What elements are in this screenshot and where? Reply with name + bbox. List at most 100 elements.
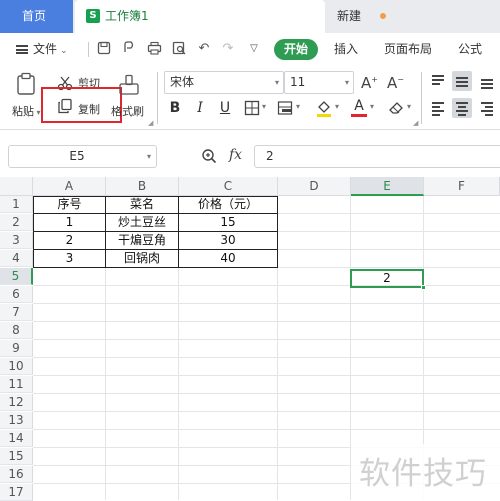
align-right-icon[interactable] [477, 98, 497, 118]
clipboard-group-expander-icon[interactable]: ◢ [148, 119, 153, 127]
column-header-a[interactable]: A [33, 177, 106, 196]
paste-icon[interactable] [14, 72, 40, 96]
align-middle-icon[interactable] [452, 71, 472, 91]
zoom-formula-icon[interactable] [201, 148, 217, 168]
clear-format-dropdown-icon[interactable]: ▾ [407, 102, 411, 111]
workbook-title: 工作簿1 [105, 9, 149, 23]
row-header-8[interactable]: 8 [0, 322, 33, 339]
row-header-10[interactable]: 10 [0, 358, 33, 375]
fill-pattern-icon[interactable] [277, 100, 293, 116]
row-header-2[interactable]: 2 [0, 214, 33, 231]
gridline [33, 393, 500, 394]
tab-page-layout[interactable]: 页面布局 [384, 33, 432, 66]
menu-row: 文件 ⌄ ↶ ↷ ▽ 开始 插入 页面布局 公式 [0, 33, 500, 66]
row-header-16[interactable]: 16 [0, 466, 33, 483]
cell-c3[interactable]: 30 [179, 232, 277, 249]
cell-c1[interactable]: 价格（元） [179, 196, 277, 213]
cell-b2[interactable]: 炒土豆丝 [106, 214, 178, 231]
row-header-5[interactable]: 5 [0, 268, 33, 285]
row-header-1[interactable]: 1 [0, 196, 33, 213]
increase-font-size-icon[interactable]: A+ [361, 74, 378, 92]
format-painter-icon [118, 74, 140, 96]
align-left-icon[interactable] [428, 98, 448, 118]
fill-color-dropdown-icon[interactable]: ▾ [335, 102, 339, 111]
insert-function-button[interactable]: fx [229, 147, 242, 163]
formula-bar: E5 ▾ fx 2 [0, 140, 500, 174]
tab-workbook[interactable]: S 工作簿1 [75, 0, 386, 33]
cell-c4[interactable]: 40 [179, 250, 277, 267]
tab-bar: 首页 S 工作簿1 新建 [0, 0, 500, 33]
row-header-14[interactable]: 14 [0, 430, 33, 447]
export-pdf-icon[interactable] [121, 41, 137, 57]
column-header-e[interactable]: E [351, 177, 424, 196]
fill-pattern-dropdown-icon[interactable]: ▾ [296, 102, 300, 111]
selected-cell-e5[interactable]: 2 [350, 269, 426, 290]
save-icon[interactable] [96, 41, 112, 57]
font-group-expander-icon[interactable]: ◢ [413, 119, 418, 127]
gridline [33, 285, 500, 286]
cell-b3[interactable]: 干煸豆角 [106, 232, 178, 249]
fill-color-icon[interactable] [315, 99, 333, 117]
tab-start[interactable]: 开始 [274, 39, 318, 60]
clear-format-icon[interactable] [387, 100, 405, 116]
font-name-select[interactable]: 宋体 ▾ [164, 71, 284, 94]
row-header-15[interactable]: 15 [0, 448, 33, 465]
cell-e5-value: 2 [383, 271, 391, 285]
cell-a3[interactable]: 2 [34, 232, 105, 249]
row-header-6[interactable]: 6 [0, 286, 33, 303]
cell-a2[interactable]: 1 [34, 214, 105, 231]
gridline [33, 321, 500, 322]
cell-b4[interactable]: 回锅肉 [106, 250, 178, 267]
tab-new[interactable]: 新建 [337, 0, 361, 33]
cell-a1[interactable]: 序号 [34, 196, 105, 213]
column-header-f[interactable]: F [424, 177, 500, 196]
formula-input[interactable]: 2 [254, 145, 500, 168]
decrease-font-size-icon[interactable]: A− [387, 74, 404, 92]
column-header-d[interactable]: D [278, 177, 351, 196]
cell-c2[interactable]: 15 [179, 214, 277, 231]
formula-input-value: 2 [266, 149, 274, 163]
print-icon[interactable] [146, 41, 162, 57]
bold-button[interactable]: B [166, 99, 184, 117]
align-top-icon[interactable] [428, 71, 448, 91]
row-header-7[interactable]: 7 [0, 304, 33, 321]
gridline [33, 411, 500, 412]
print-preview-icon[interactable] [171, 41, 187, 57]
row-header-13[interactable]: 13 [0, 412, 33, 429]
tab-insert[interactable]: 插入 [334, 33, 358, 66]
name-box[interactable]: E5 ▾ [8, 145, 157, 168]
row-header-9[interactable]: 9 [0, 340, 33, 357]
row-header-4[interactable]: 4 [0, 250, 33, 267]
borders-dropdown-icon[interactable]: ▾ [262, 102, 266, 111]
watermark-text: 软件技巧 [359, 456, 487, 492]
column-header-c[interactable]: C [179, 177, 278, 196]
table-border [33, 267, 278, 268]
ribbon: 粘贴 ▾ 剪切 复制 格式刷 ◢ 宋体 ▾ 11 ▾ A+ A− B I U ▾ ▾… [0, 66, 500, 130]
row-header-17[interactable]: 17 [0, 484, 33, 501]
tab-formula[interactable]: 公式 [458, 33, 482, 66]
paste-button[interactable]: 粘贴 ▾ [12, 103, 41, 119]
cell-a4[interactable]: 3 [34, 250, 105, 267]
font-color-dropdown-icon[interactable]: ▾ [370, 102, 374, 111]
fill-handle[interactable] [421, 285, 426, 290]
row-header-11[interactable]: 11 [0, 376, 33, 393]
column-header-b[interactable]: B [106, 177, 179, 196]
row-header-12[interactable]: 12 [0, 394, 33, 411]
italic-button[interactable]: I [191, 99, 209, 117]
font-size-select[interactable]: 11 ▾ [284, 71, 354, 94]
align-bottom-icon[interactable] [477, 71, 497, 91]
undo-icon[interactable]: ↶ [196, 41, 212, 57]
file-menu[interactable]: 文件 ⌄ [16, 33, 68, 68]
cell-b1[interactable]: 菜名 [106, 196, 178, 213]
redo-icon[interactable]: ↷ [220, 41, 236, 57]
underline-button[interactable]: U [216, 99, 234, 117]
borders-icon[interactable] [244, 100, 260, 116]
select-all-corner[interactable] [0, 177, 33, 196]
font-color-icon[interactable]: A [350, 99, 368, 117]
customize-toolbar-icon[interactable]: ▽ [246, 41, 262, 57]
row-header-3[interactable]: 3 [0, 232, 33, 249]
divider [157, 72, 158, 124]
align-center-icon[interactable] [452, 98, 472, 118]
tab-home[interactable]: 首页 [0, 0, 73, 33]
format-painter-button[interactable]: 格式刷 [111, 103, 144, 119]
